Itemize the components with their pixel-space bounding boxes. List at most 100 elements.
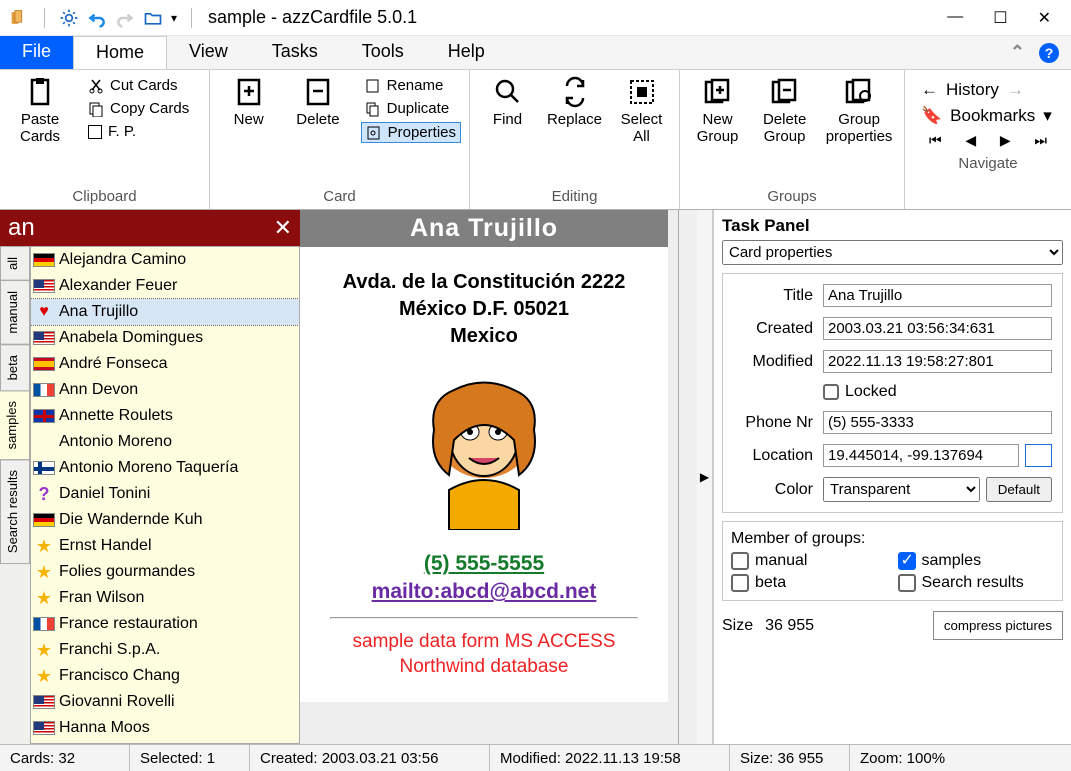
flag-icon [33, 513, 55, 527]
sidebar-tab-manual[interactable]: manual [0, 280, 30, 345]
list-item[interactable]: Ann Devon [31, 377, 299, 403]
list-item[interactable]: France restauration [31, 611, 299, 637]
menu-tasks[interactable]: Tasks [250, 36, 340, 69]
rename-card-button[interactable]: Rename [361, 76, 461, 95]
panel-expander-icon[interactable]: ▶ [697, 210, 713, 744]
menu-view[interactable]: View [167, 36, 250, 69]
dropdown-icon[interactable]: ▾ [1043, 106, 1052, 126]
cut-cards-button[interactable]: Cut Cards [84, 76, 193, 95]
sidebar-tab-all[interactable]: all [0, 246, 30, 281]
list-item[interactable]: ♥Ana Trujillo [31, 299, 299, 325]
open-folder-icon[interactable] [143, 8, 163, 28]
sidebar-tab-beta[interactable]: beta [0, 344, 30, 391]
list-item[interactable]: ★Ernst Handel [31, 533, 299, 559]
fp-checkbox[interactable]: F. P. [84, 122, 193, 141]
list-item[interactable]: ?Daniel Tonini [31, 481, 299, 507]
undo-icon[interactable] [87, 8, 107, 28]
close-button[interactable]: ✕ [1038, 8, 1051, 28]
prop-title-input[interactable] [823, 284, 1052, 307]
locked-checkbox[interactable]: Locked [823, 383, 1052, 401]
status-zoom: Zoom: 100% [850, 745, 1071, 771]
new-card-button[interactable]: New [218, 76, 279, 129]
list-item[interactable]: Giovanni Rovelli [31, 689, 299, 715]
group-search-checkbox[interactable]: Search results [898, 574, 1055, 592]
flag-icon [33, 253, 55, 267]
list-item[interactable]: ★Fran Wilson [31, 585, 299, 611]
list-item[interactable]: Antonio Moreno [31, 429, 299, 455]
nav-next-icon[interactable]: ▶ [1000, 132, 1011, 149]
group-properties-button[interactable]: Group properties [822, 76, 896, 145]
settings-icon[interactable] [59, 8, 79, 28]
prop-created-input[interactable] [823, 317, 1052, 340]
nav-first-icon[interactable]: ⏮ [929, 132, 942, 149]
list-item[interactable]: ★Franchi S.p.A. [31, 637, 299, 663]
sidebar-tab-Search-results[interactable]: Search results [0, 459, 30, 564]
prop-location-input[interactable] [823, 444, 1019, 467]
search-bar[interactable]: an ✕ [0, 210, 300, 246]
nav-prev-icon[interactable]: ◀ [965, 132, 976, 149]
duplicate-card-button[interactable]: Duplicate [361, 99, 461, 118]
list-item-label: Alejandra Camino [59, 248, 186, 272]
list-item[interactable]: Die Wandernde Kuh [31, 507, 299, 533]
menu-home[interactable]: Home [73, 36, 167, 69]
bookmarks-icon[interactable]: 🔖 [921, 106, 942, 126]
flag-icon: ★ [33, 669, 55, 683]
card-phone-link[interactable]: (5) 555-5555 [424, 552, 544, 575]
maximize-button[interactable]: ☐ [993, 8, 1007, 28]
list-item[interactable]: Alejandra Camino [31, 247, 299, 273]
menu-tools[interactable]: Tools [340, 36, 426, 69]
find-button[interactable]: Find [478, 76, 537, 129]
list-item[interactable]: Alexander Feuer [31, 273, 299, 299]
nav-last-icon[interactable]: ⏭ [1034, 132, 1047, 149]
qat-dropdown-icon[interactable]: ▾ [171, 11, 177, 25]
menu-file[interactable]: File [0, 36, 73, 69]
compress-pictures-button[interactable]: compress pictures [933, 611, 1063, 640]
redo-icon[interactable] [115, 8, 135, 28]
prop-phone-input[interactable] [823, 411, 1052, 434]
card-scrollbar[interactable] [679, 210, 697, 744]
prop-modified-input[interactable] [823, 350, 1052, 373]
list-item[interactable]: Antonio Moreno Taquería [31, 455, 299, 481]
flag-icon: ? [33, 487, 55, 501]
clear-search-icon[interactable]: ✕ [274, 215, 292, 241]
map-button[interactable] [1025, 444, 1052, 467]
prop-color-select[interactable]: Transparent [823, 477, 980, 502]
card-mail-link[interactable]: mailto:abcd@abcd.net [372, 580, 597, 603]
copy-cards-button[interactable]: Copy Cards [84, 99, 193, 118]
list-item-label: Ernst Handel [59, 534, 152, 558]
list-item[interactable]: ★Folies gourmandes [31, 559, 299, 585]
history-back-icon[interactable]: ← [921, 80, 938, 100]
menu-help[interactable]: Help [426, 36, 507, 69]
group-beta-checkbox[interactable]: beta [731, 574, 888, 592]
paste-cards-button[interactable]: Paste Cards [8, 76, 72, 145]
delete-card-button[interactable]: Delete [287, 76, 348, 129]
sidebar-tab-samples[interactable]: samples [0, 390, 30, 460]
history-fwd-icon[interactable]: → [1007, 80, 1024, 100]
minimize-button[interactable]: — [947, 8, 963, 28]
group-label-navigate: Navigate [913, 153, 1063, 174]
task-panel-selector[interactable]: Card properties [722, 240, 1063, 265]
list-item[interactable]: Hanna Moos [31, 715, 299, 741]
group-manual-checkbox[interactable]: manual [731, 552, 888, 570]
new-group-button[interactable]: New Group [688, 76, 747, 145]
bookmarks-label[interactable]: Bookmarks [950, 106, 1035, 126]
default-color-button[interactable]: Default [986, 477, 1052, 502]
card-list[interactable]: Alejandra CaminoAlexander Feuer♥Ana Truj… [30, 246, 300, 744]
flag-icon [33, 617, 55, 631]
list-item-label: Anabela Domingues [59, 326, 203, 350]
list-item[interactable]: Anabela Domingues [31, 325, 299, 351]
list-item-label: Giovanni Rovelli [59, 690, 175, 714]
select-all-button[interactable]: Select All [612, 76, 671, 145]
delete-group-button[interactable]: Delete Group [755, 76, 814, 145]
collapse-ribbon-icon[interactable]: ⌃ [1010, 42, 1025, 63]
card-properties-button[interactable]: Properties [361, 122, 461, 143]
help-icon[interactable]: ? [1039, 43, 1059, 63]
list-item[interactable]: ★Francisco Chang [31, 663, 299, 689]
flag-icon [33, 409, 55, 423]
flag-icon [33, 331, 55, 345]
history-label[interactable]: History [946, 80, 999, 100]
replace-button[interactable]: Replace [545, 76, 604, 129]
list-item[interactable]: Annette Roulets [31, 403, 299, 429]
group-samples-checkbox[interactable]: samples [898, 552, 1055, 570]
list-item[interactable]: André Fonseca [31, 351, 299, 377]
